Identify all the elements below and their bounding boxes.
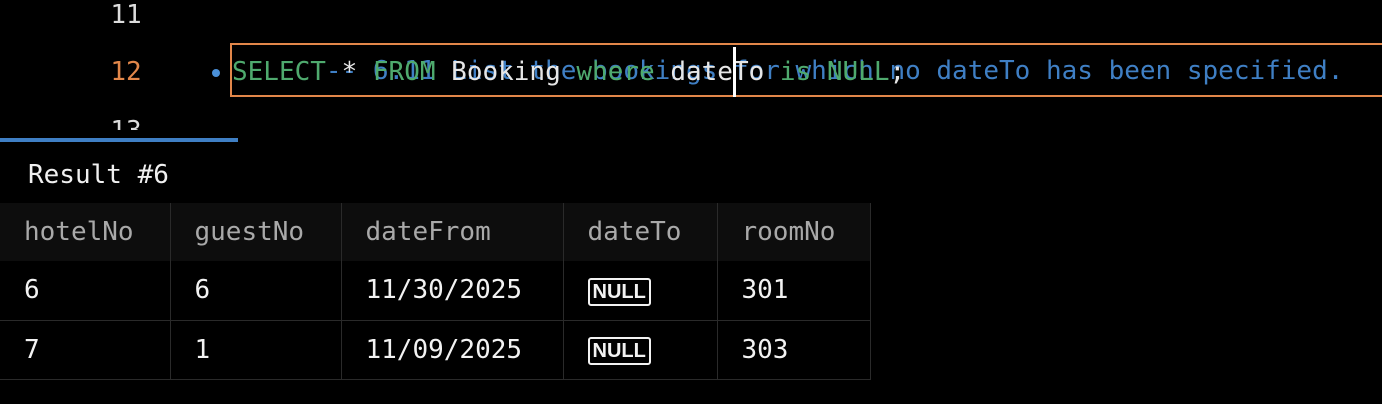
table-header-row: hotelNo guestNo dateFrom dateTo roomNo: [0, 203, 871, 261]
sql-text: ;: [889, 57, 906, 87]
sql-text: dateTo: [654, 57, 780, 87]
result-title[interactable]: Result #6: [28, 152, 169, 198]
column-header-hotelNo[interactable]: hotelNo: [0, 203, 171, 261]
line-number: 13: [96, 103, 156, 130]
cell-roomNo[interactable]: 303: [717, 320, 871, 380]
sql-editor[interactable]: 11 -- 6.11 List the bookings for which n…: [0, 0, 1382, 130]
sql-text: Booking: [435, 57, 577, 87]
text-caret: [733, 47, 736, 97]
sql-text: *: [325, 57, 373, 87]
cell-roomNo[interactable]: 301: [717, 261, 871, 321]
sql-keyword: FROM: [372, 57, 436, 87]
results-grid[interactable]: hotelNo guestNo dateFrom dateTo roomNo 6…: [0, 203, 871, 380]
null-badge: NULL: [587, 337, 651, 365]
line-number: 11: [110, 0, 142, 30]
column-header-roomNo[interactable]: roomNo: [717, 203, 871, 261]
sql-keyword: where: [576, 57, 655, 87]
column-header-guestNo[interactable]: guestNo: [170, 203, 342, 261]
cell-guestNo[interactable]: 1: [170, 320, 342, 380]
line-number-active: 12: [110, 57, 142, 87]
cell-dateFrom[interactable]: 11/30/2025: [341, 261, 564, 321]
null-badge: NULL: [587, 277, 651, 306]
table-row[interactable]: 6 6 11/30/2025 NULL 301: [0, 261, 871, 321]
editor-line-active[interactable]: 12 SELECT * FROM Booking where dateTo is…: [0, 44, 1382, 100]
cell-hotelNo[interactable]: 6: [0, 261, 171, 321]
code-line-12[interactable]: SELECT * FROM Booking where dateTo is NU…: [232, 44, 905, 100]
cell-dateFrom[interactable]: 11/09/2025: [341, 320, 564, 380]
sql-keyword: SELECT: [232, 57, 326, 87]
cell-dateTo[interactable]: NULL: [563, 261, 718, 321]
editor-line[interactable]: 11 -- 6.11 List the bookings for which n…: [0, 0, 1382, 86]
result-tab-indicator: [0, 138, 238, 142]
sql-keyword: is: [779, 57, 812, 87]
cell-dateTo[interactable]: NULL: [563, 320, 718, 380]
modified-indicator-icon: [212, 69, 220, 77]
table-row[interactable]: 7 1 11/09/2025 NULL 303: [0, 320, 871, 380]
column-header-dateFrom[interactable]: dateFrom: [341, 203, 564, 261]
cell-hotelNo[interactable]: 7: [0, 320, 171, 380]
cell-guestNo[interactable]: 6: [170, 261, 342, 321]
sql-keyword: NULL: [826, 57, 890, 87]
column-header-dateTo[interactable]: dateTo: [563, 203, 718, 261]
editor-line[interactable]: 13: [0, 103, 1382, 130]
